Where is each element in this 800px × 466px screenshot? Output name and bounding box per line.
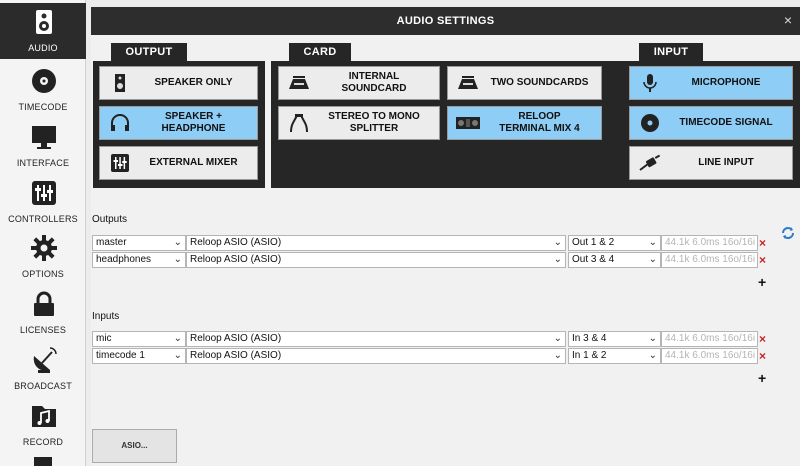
monitor-icon <box>32 126 56 149</box>
card-tab: CARD <box>289 43 351 61</box>
sidebar-item-label: BROADCAST <box>14 381 72 391</box>
delete-icon[interactable]: × <box>759 237 769 249</box>
output-channel-select[interactable]: Out 1 & 2 ⌄ <box>568 235 661 251</box>
cable-splitter-icon <box>290 114 308 133</box>
input-device-select[interactable]: Reloop ASIO (ASIO) ⌄ <box>186 331 566 347</box>
speaker-icon <box>36 10 52 34</box>
reloop-terminal-mix-button[interactable]: RELOOP TERMINAL MIX 4 <box>447 106 602 140</box>
sliders-icon <box>32 181 56 205</box>
chevron-down-icon: ⌄ <box>173 350 182 361</box>
input-name-select[interactable]: mic ⌄ <box>92 331 186 347</box>
chevron-down-icon: ⌄ <box>648 237 657 248</box>
dj-controller-icon <box>456 117 480 129</box>
sidebar-item-timecode[interactable]: TIMECODE <box>0 62 86 118</box>
sidebar-item-record[interactable]: RECORD <box>0 397 86 453</box>
lock-icon <box>34 291 54 316</box>
line-input-button[interactable]: LINE INPUT <box>629 146 793 180</box>
soundcard-icon <box>289 76 309 89</box>
stereo-mono-splitter-button[interactable]: STEREO TO MONO SPLITTER <box>278 106 440 140</box>
external-mixer-button[interactable]: EXTERNAL MIXER <box>99 146 258 180</box>
sidebar: AUDIO TIMECODE INTERFACE CONTROLLERS OPT… <box>0 0 86 466</box>
add-output-icon[interactable]: + <box>758 274 766 290</box>
window-title: AUDIO SETTINGS <box>396 15 495 27</box>
sidebar-item-label: AUDIO <box>28 43 58 53</box>
speaker-icon <box>115 74 125 92</box>
add-input-icon[interactable]: + <box>758 370 766 386</box>
sidebar-item-licenses[interactable]: LICENSES <box>0 285 86 341</box>
output-name-select[interactable]: headphones ⌄ <box>92 252 186 268</box>
sidebar-item-label: TIMECODE <box>18 102 68 112</box>
sidebar-item-options[interactable]: OPTIONS <box>0 229 86 285</box>
input-channel-select[interactable]: In 1 & 2 ⌄ <box>568 348 661 364</box>
microphone-button[interactable]: MICROPHONE <box>629 66 793 100</box>
output-name-select[interactable]: master ⌄ <box>92 235 186 251</box>
chevron-down-icon: ⌄ <box>648 333 657 344</box>
sidebar-item-controllers[interactable]: CONTROLLERS <box>0 174 86 230</box>
music-note-icon <box>32 406 56 427</box>
inputs-label: Inputs <box>92 311 120 322</box>
sidebar-more-icon <box>34 457 52 466</box>
chevron-down-icon: ⌄ <box>553 350 562 361</box>
output-device-select[interactable]: Reloop ASIO (ASIO) ⌄ <box>186 252 566 268</box>
chevron-down-icon: ⌄ <box>553 333 562 344</box>
rca-cable-icon <box>639 154 661 171</box>
vinyl-icon <box>32 69 56 93</box>
satellite-dish-icon <box>33 347 57 373</box>
input-info: 44.1k 6.0ms 16o/16i <box>661 348 758 364</box>
sidebar-item-broadcast[interactable]: BROADCAST <box>0 341 86 397</box>
sidebar-item-audio[interactable]: AUDIO <box>0 3 86 59</box>
output-info: 44.1k 6.0ms 16o/16i <box>661 252 758 268</box>
delete-icon[interactable]: × <box>759 350 769 362</box>
output-device-select[interactable]: Reloop ASIO (ASIO) ⌄ <box>186 235 566 251</box>
sidebar-item-label: INTERFACE <box>16 158 70 168</box>
headphone-icon <box>111 114 129 131</box>
outputs-label: Outputs <box>92 214 128 225</box>
asio-config-button[interactable]: ASIO... <box>92 429 177 463</box>
sidebar-item-label: OPTIONS <box>22 269 64 279</box>
sidebar-item-interface[interactable]: INTERFACE <box>0 118 86 174</box>
sidebar-item-label: LICENSES <box>19 325 67 335</box>
input-channel-select[interactable]: In 3 & 4 ⌄ <box>568 331 661 347</box>
internal-soundcard-button[interactable]: INTERNAL SOUNDCARD <box>278 66 440 100</box>
delete-icon[interactable]: × <box>759 333 769 345</box>
microphone-icon <box>643 74 657 92</box>
sidebar-item-label: RECORD <box>22 437 64 447</box>
output-tab: OUTPUT <box>111 43 187 61</box>
output-channel-select[interactable]: Out 3 & 4 ⌄ <box>568 252 661 268</box>
chevron-down-icon: ⌄ <box>173 333 182 344</box>
chevron-down-icon: ⌄ <box>648 350 657 361</box>
chevron-down-icon: ⌄ <box>553 237 562 248</box>
sidebar-item-label: CONTROLLERS <box>8 214 78 224</box>
soundcard-icon <box>458 76 478 89</box>
input-info: 44.1k 6.0ms 16o/16i <box>661 331 758 347</box>
output-info: 44.1k 6.0ms 16o/16i <box>661 235 758 251</box>
input-name-select[interactable]: timecode 1 ⌄ <box>92 348 186 364</box>
chevron-down-icon: ⌄ <box>648 254 657 265</box>
vinyl-icon <box>641 114 659 132</box>
refresh-icon[interactable] <box>780 225 796 241</box>
chevron-down-icon: ⌄ <box>173 254 182 265</box>
chevron-down-icon: ⌄ <box>553 254 562 265</box>
timecode-signal-button[interactable]: TIMECODE SIGNAL <box>629 106 793 140</box>
input-device-select[interactable]: Reloop ASIO (ASIO) ⌄ <box>186 348 566 364</box>
speaker-only-button[interactable]: SPEAKER ONLY <box>99 66 258 100</box>
close-icon[interactable]: × <box>784 12 792 28</box>
two-soundcards-button[interactable]: TWO SOUNDCARDS <box>447 66 602 100</box>
speaker-headphone-button[interactable]: SPEAKER + HEADPHONE <box>99 106 258 140</box>
chevron-down-icon: ⌄ <box>173 237 182 248</box>
gear-icon <box>31 235 57 261</box>
delete-icon[interactable]: × <box>759 254 769 266</box>
mixer-icon <box>111 154 129 172</box>
input-tab: INPUT <box>639 43 703 61</box>
title-bar: AUDIO SETTINGS × <box>91 7 800 35</box>
